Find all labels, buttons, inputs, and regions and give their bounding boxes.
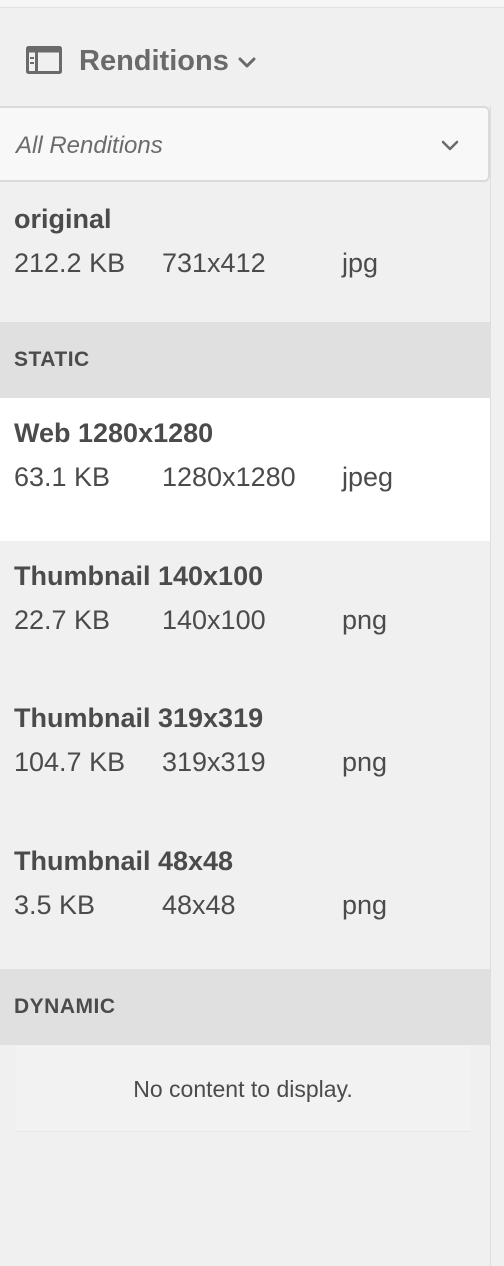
rendition-dimensions: 48x48	[162, 890, 236, 920]
rendition-dimensions: 731x412	[162, 248, 266, 278]
section-label: DYNAMIC	[14, 995, 116, 1018]
empty-state: No content to display.	[16, 1046, 470, 1132]
rendition-size: 212.2 KB	[14, 248, 126, 278]
rail-panel-icon[interactable]	[26, 46, 62, 74]
rendition-size: 22.7 KB	[14, 605, 111, 635]
panel-edge	[490, 106, 504, 1266]
rendition-name: original	[14, 204, 112, 234]
rendition-row-web-1280[interactable]: Web 1280x1280 63.1 KB 1280x1280 jpeg	[0, 398, 490, 541]
rendition-format: jpg	[342, 248, 379, 278]
panel-header: Renditions	[0, 8, 504, 106]
section-header-static: STATIC	[0, 322, 490, 398]
rendition-name: Thumbnail 140x100	[14, 561, 264, 591]
rendition-row-thumbnail-48[interactable]: Thumbnail 48x48 3.5 KB 48x48 png	[0, 826, 490, 969]
chevron-down-icon	[441, 140, 459, 151]
rendition-format: png	[342, 890, 388, 920]
rendition-size: 63.1 KB	[14, 462, 111, 492]
rendition-row-thumbnail-319[interactable]: Thumbnail 319x319 104.7 KB 319x319 png	[0, 683, 490, 826]
rendition-name: Thumbnail 48x48	[14, 846, 234, 876]
rendition-format: png	[342, 747, 388, 777]
rendition-name: Web 1280x1280	[14, 418, 214, 448]
section-header-dynamic: DYNAMIC	[0, 969, 490, 1045]
rendition-format: png	[342, 605, 388, 635]
rendition-dimensions: 140x100	[162, 605, 266, 635]
rendition-filter-dropdown[interactable]: All Renditions	[0, 106, 490, 182]
rendition-format: jpeg	[342, 462, 394, 492]
top-divider	[0, 0, 504, 8]
rendition-name: Thumbnail 319x319	[14, 703, 264, 733]
section-label: STATIC	[14, 348, 90, 371]
rendition-dimensions: 1280x1280	[162, 462, 296, 492]
panel-title[interactable]: Renditions	[79, 46, 229, 76]
rendition-row-original[interactable]: original 212.2 KB 731x412 jpg	[0, 184, 490, 322]
filter-selected-value: All Renditions	[16, 132, 163, 159]
empty-message: No content to display.	[133, 1076, 353, 1102]
chevron-down-icon[interactable]	[236, 52, 258, 72]
rendition-size: 104.7 KB	[14, 747, 126, 777]
rendition-size: 3.5 KB	[14, 890, 96, 920]
rendition-row-thumbnail-140[interactable]: Thumbnail 140x100 22.7 KB 140x100 png	[0, 541, 490, 683]
rendition-dimensions: 319x319	[162, 747, 266, 777]
